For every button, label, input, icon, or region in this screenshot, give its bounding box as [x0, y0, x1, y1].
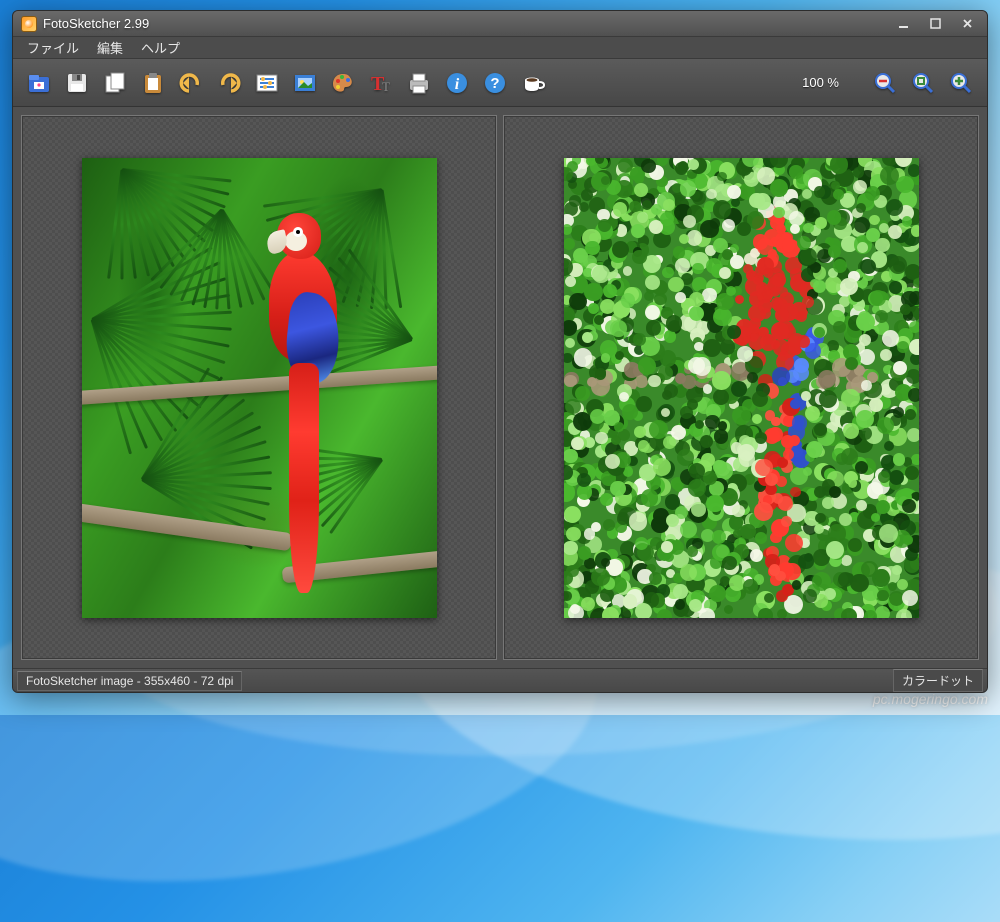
zoom-out-button[interactable] — [869, 67, 901, 99]
palette-button[interactable] — [327, 67, 359, 99]
zoom-in-icon — [947, 69, 975, 97]
copy-button[interactable] — [99, 67, 131, 99]
app-icon — [21, 16, 37, 32]
paste-icon — [139, 69, 167, 97]
result-image — [564, 158, 919, 618]
minimize-button[interactable] — [891, 15, 915, 33]
menu-help[interactable]: ヘルプ — [133, 36, 188, 59]
frame-button[interactable] — [289, 67, 321, 99]
params-button[interactable] — [251, 67, 283, 99]
donate-button[interactable] — [517, 67, 549, 99]
help-button[interactable]: ? — [479, 67, 511, 99]
zoom-fit-button[interactable] — [907, 67, 939, 99]
print-icon — [405, 69, 433, 97]
source-panel[interactable] — [21, 115, 497, 660]
zoom-label: 100 % — [802, 75, 839, 90]
palette-icon — [329, 69, 357, 97]
undo-button[interactable] — [175, 67, 207, 99]
help-icon: ? — [481, 69, 509, 97]
svg-text:?: ? — [490, 75, 499, 92]
zoom-in-button[interactable] — [945, 67, 977, 99]
menu-file[interactable]: ファイル — [19, 36, 87, 59]
maximize-button[interactable] — [923, 15, 947, 33]
save-icon — [63, 69, 91, 97]
source-image — [82, 158, 437, 618]
status-effect-name: カラードット — [893, 669, 983, 692]
undo-icon — [177, 69, 205, 97]
text-button[interactable]: TT — [365, 67, 397, 99]
titlebar[interactable]: FotoSketcher 2.99 — [13, 11, 987, 37]
info-button[interactable]: i — [441, 67, 473, 99]
redo-icon — [215, 69, 243, 97]
result-panel[interactable] — [503, 115, 979, 660]
statusbar: FotoSketcher image - 355x460 - 72 dpi カラ… — [13, 668, 987, 692]
open-button[interactable] — [23, 67, 55, 99]
zoom-fit-icon — [909, 69, 937, 97]
app-window: FotoSketcher 2.99 ファイル 編集 ヘルプ TT i ? 100… — [12, 10, 988, 693]
redo-button[interactable] — [213, 67, 245, 99]
copy-icon — [101, 69, 129, 97]
paste-button[interactable] — [137, 67, 169, 99]
save-button[interactable] — [61, 67, 93, 99]
window-title: FotoSketcher 2.99 — [43, 16, 149, 31]
toolbar: TT i ? 100 % — [13, 59, 987, 107]
text-icon: TT — [367, 69, 395, 97]
coffee-icon — [519, 69, 547, 97]
menubar: ファイル 編集 ヘルプ — [13, 37, 987, 59]
svg-text:i: i — [455, 76, 460, 93]
info-icon: i — [443, 69, 471, 97]
status-image-info: FotoSketcher image - 355x460 - 72 dpi — [17, 671, 242, 691]
menu-edit[interactable]: 編集 — [89, 36, 131, 59]
svg-text:T: T — [382, 79, 390, 94]
frame-icon — [291, 69, 319, 97]
close-button[interactable] — [955, 15, 979, 33]
zoom-out-icon — [871, 69, 899, 97]
params-icon — [253, 69, 281, 97]
print-button[interactable] — [403, 67, 435, 99]
open-icon — [25, 69, 53, 97]
workspace — [13, 107, 987, 668]
desktop-watermark: pc.mogeringo.com — [873, 691, 988, 707]
